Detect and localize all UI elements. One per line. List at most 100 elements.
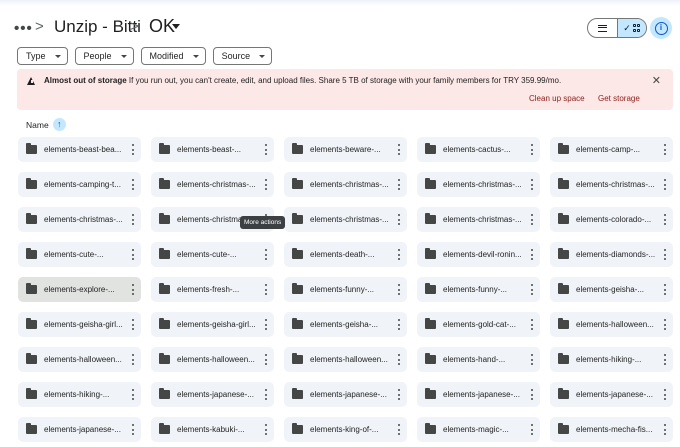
folder-card[interactable]: elements-colorado-... <box>550 207 673 232</box>
folder-card[interactable]: elements-cute-... <box>18 242 141 267</box>
more-actions-icon[interactable] <box>131 178 135 191</box>
more-actions-icon[interactable] <box>397 318 401 331</box>
more-actions-icon[interactable] <box>131 283 135 296</box>
more-actions-icon[interactable] <box>397 388 401 401</box>
folder-card[interactable]: elements-diamonds-... <box>550 242 673 267</box>
list-view-button[interactable] <box>588 19 617 37</box>
more-actions-icon[interactable] <box>397 248 401 261</box>
folder-card[interactable]: elements-christmas-... <box>417 207 540 232</box>
folder-card[interactable]: elements-fresh-... <box>151 277 274 302</box>
more-actions-icon[interactable] <box>131 143 135 156</box>
more-actions-icon[interactable] <box>264 178 268 191</box>
folder-card[interactable]: elements-beast-... <box>151 137 274 162</box>
folder-card[interactable]: elements-kabuki-... <box>151 417 274 442</box>
filter-source[interactable]: Source <box>212 47 273 65</box>
more-actions-icon[interactable] <box>530 143 534 156</box>
more-actions-icon[interactable] <box>397 143 401 156</box>
get-storage-button[interactable]: Get storage <box>598 94 640 103</box>
more-actions-icon[interactable] <box>530 178 534 191</box>
folder-card[interactable]: elements-japanese-... <box>18 417 141 442</box>
more-actions-icon[interactable] <box>264 353 268 366</box>
folder-card[interactable]: elements-christmas-... <box>417 172 540 197</box>
more-actions-icon[interactable] <box>131 318 135 331</box>
clean-up-space-button[interactable]: Clean up space <box>529 94 585 103</box>
more-actions-icon[interactable] <box>131 423 135 436</box>
more-actions-icon[interactable] <box>131 388 135 401</box>
folder-card[interactable]: elements-beast-bea... <box>18 137 141 162</box>
more-actions-icon[interactable] <box>530 248 534 261</box>
folder-card[interactable]: elements-beware-... <box>284 137 407 162</box>
folder-card[interactable]: elements-death-... <box>284 242 407 267</box>
folder-card[interactable]: elements-king-of-... <box>284 417 407 442</box>
more-actions-icon[interactable] <box>530 283 534 296</box>
more-actions-icon[interactable] <box>530 423 534 436</box>
folder-card[interactable]: elements-christmas-... <box>284 172 407 197</box>
filter-modified[interactable]: Modified <box>140 47 206 65</box>
more-actions-icon[interactable] <box>264 248 268 261</box>
more-actions-icon[interactable] <box>663 423 667 436</box>
folder-card[interactable]: elements-camp-... <box>550 137 673 162</box>
close-icon[interactable]: ✕ <box>652 74 661 87</box>
breadcrumb-parent[interactable]: Unzip - Bitti <box>54 17 141 37</box>
more-actions-icon[interactable] <box>264 283 268 296</box>
folder-card[interactable]: elements-geisha-... <box>284 312 407 337</box>
folder-card[interactable]: elements-devil-ronin... <box>417 242 540 267</box>
folder-card[interactable]: elements-geisha-girl... <box>18 312 141 337</box>
folder-card[interactable]: elements-magic-... <box>417 417 540 442</box>
more-actions-icon[interactable] <box>663 388 667 401</box>
folder-card[interactable]: elements-camping-t... <box>18 172 141 197</box>
folder-card[interactable]: elements-mecha-fis... <box>550 417 673 442</box>
more-actions-icon[interactable] <box>264 143 268 156</box>
folder-card[interactable]: elements-funny-... <box>417 277 540 302</box>
more-actions-icon[interactable] <box>397 423 401 436</box>
folder-card[interactable]: elements-hiking-... <box>18 382 141 407</box>
folder-card[interactable]: elements-funny-... <box>284 277 407 302</box>
more-actions-icon[interactable] <box>264 318 268 331</box>
folder-card[interactable]: elements-cactus-... <box>417 137 540 162</box>
more-actions-icon[interactable] <box>131 213 135 226</box>
more-actions-icon[interactable] <box>530 318 534 331</box>
folder-card[interactable]: elements-cute-... <box>151 242 274 267</box>
folder-card[interactable]: elements-explore-... <box>18 277 141 302</box>
folder-card[interactable]: elements-hand-... <box>417 347 540 372</box>
folder-card[interactable]: elements-geisha-girl... <box>151 312 274 337</box>
folder-card[interactable]: elements-christmas-... <box>284 207 407 232</box>
details-button[interactable]: i <box>650 17 672 39</box>
more-actions-icon[interactable] <box>530 388 534 401</box>
folder-card[interactable]: elements-hiking-... <box>550 347 673 372</box>
folder-card[interactable]: elements-halloween... <box>550 312 673 337</box>
more-actions-icon[interactable] <box>530 213 534 226</box>
folder-card[interactable]: elements-halloween... <box>18 347 141 372</box>
folder-card[interactable]: elements-halloween... <box>284 347 407 372</box>
folder-menu-chevron-down-icon[interactable] <box>172 24 180 29</box>
more-actions-icon[interactable] <box>131 353 135 366</box>
more-actions-icon[interactable] <box>663 248 667 261</box>
more-actions-icon[interactable] <box>397 178 401 191</box>
folder-card[interactable]: elements-japanese-... <box>284 382 407 407</box>
more-actions-icon[interactable] <box>663 283 667 296</box>
more-actions-icon[interactable] <box>264 423 268 436</box>
more-actions-icon[interactable] <box>663 318 667 331</box>
more-actions-icon[interactable] <box>663 143 667 156</box>
more-breadcrumbs-icon[interactable]: ••• <box>14 20 33 37</box>
more-actions-icon[interactable] <box>264 388 268 401</box>
filter-people[interactable]: People <box>74 47 134 65</box>
folder-card[interactable]: elements-japanese-... <box>417 382 540 407</box>
more-actions-icon[interactable] <box>530 353 534 366</box>
folder-card[interactable]: elements-gold-cat-... <box>417 312 540 337</box>
more-actions-icon[interactable] <box>397 283 401 296</box>
folder-card[interactable]: elements-geisha-... <box>550 277 673 302</box>
more-actions-icon[interactable] <box>663 353 667 366</box>
folder-card[interactable]: elements-halloween... <box>151 347 274 372</box>
more-actions-icon[interactable] <box>663 213 667 226</box>
folder-card[interactable]: elements-japanese-... <box>550 382 673 407</box>
grid-view-button[interactable]: ✓ <box>616 19 646 37</box>
filter-type[interactable]: Type <box>17 47 68 65</box>
more-actions-icon[interactable] <box>397 213 401 226</box>
sort-ascending-icon[interactable]: ↑ <box>52 118 66 131</box>
folder-card[interactable]: elements-japanese-... <box>151 382 274 407</box>
folder-card[interactable]: elements-christmas-... <box>151 172 274 197</box>
folder-card[interactable]: elements-christmas-... <box>550 172 673 197</box>
more-actions-icon[interactable] <box>397 353 401 366</box>
more-actions-icon[interactable] <box>131 248 135 261</box>
